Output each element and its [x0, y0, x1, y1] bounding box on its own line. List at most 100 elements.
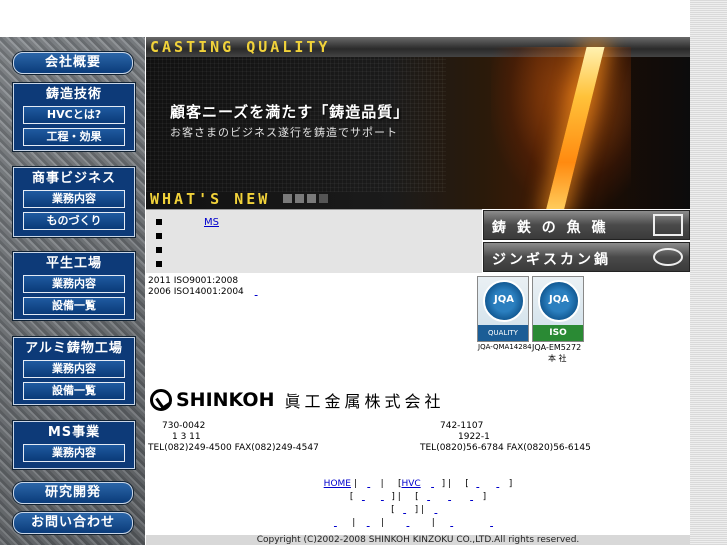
fish-reef-label: 鋳 鉄 の 魚 礁 — [492, 220, 609, 236]
box-icon — [653, 214, 683, 236]
hirao-addr: 1922-1 — [458, 432, 490, 442]
company-logo: SHINKOH 眞工金属株式会社 — [150, 388, 445, 412]
nav-hvc[interactable]: HVCとは? — [23, 106, 125, 124]
decor-square — [307, 194, 316, 203]
badge-subcaption: 本 社 — [548, 354, 567, 363]
news-item: MS — [156, 216, 230, 228]
footer-link[interactable] — [360, 478, 378, 491]
nav-group-title[interactable]: 平生工場 — [14, 253, 134, 275]
nav-aluminum-work[interactable]: 業務内容 — [23, 360, 125, 378]
cert-iso9001: 2011 ISO9001:2008 — [148, 276, 239, 286]
nav-group-title[interactable]: 鋳造技術 — [14, 84, 134, 106]
nav-group-hirao: 平生工場 業務内容 設備一覧 — [13, 252, 135, 320]
cert-link[interactable] — [255, 287, 295, 298]
office-hirao-address: 742-1107 1922-1 TEL(0820)56-6784 FAX(082… — [420, 421, 591, 454]
jqa-logo-icon: JQA — [538, 280, 580, 322]
iso14001-badge: JQA ISO 14001 — [532, 276, 584, 354]
footer-link[interactable] — [373, 491, 391, 504]
nav-contact[interactable]: お問い合わせ — [13, 512, 133, 534]
footer-link[interactable] — [419, 491, 439, 504]
nav-company[interactable]: 会社概要 — [13, 52, 133, 74]
nav-business-making[interactable]: ものづくり — [23, 212, 125, 230]
bullet-icon — [156, 219, 162, 225]
nav-research[interactable]: 研究開発 — [13, 482, 133, 504]
hirao-tel: TEL(0820)56-6784 FAX(0820)56-6145 — [420, 443, 591, 453]
news-link[interactable] — [204, 231, 256, 241]
nav-group-business: 商事ビジネス 業務内容 ものづくり — [13, 167, 135, 237]
footer-hvc-link[interactable]: HVC — [401, 479, 420, 489]
footer-link[interactable] — [427, 504, 445, 517]
footer-link[interactable] — [395, 504, 415, 517]
news-link[interactable] — [204, 245, 222, 255]
news-link[interactable] — [222, 259, 242, 269]
hq-tel: TEL(082)249-4500 FAX(082)249-4547 — [148, 443, 319, 453]
footer-row: [ ] | — [146, 504, 690, 517]
badge-strip: QUALITY SYSTEM — [478, 325, 528, 353]
badge-caption: JQA-EM5272 — [532, 343, 582, 352]
nav-hirao-equipment[interactable]: 設備一覧 — [23, 297, 125, 315]
office-hq-address: 730-0042 1 3 11 TEL(082)249-4500 FAX(082… — [148, 421, 319, 454]
footer-link[interactable] — [469, 517, 515, 530]
decor-square — [283, 194, 292, 203]
footer-link[interactable] — [487, 478, 509, 491]
footer-link[interactable] — [461, 491, 483, 504]
nav-aluminum-equipment[interactable]: 設備一覧 — [23, 382, 125, 400]
nav-ms-work[interactable]: 業務内容 — [23, 444, 125, 462]
certifications: 2011 ISO9001:2008 2006 ISO14001:2004 — [148, 276, 295, 298]
footer-row: HOME | | [HVC ] | [ ] — [323, 478, 513, 491]
news-item — [156, 244, 222, 256]
badge-strip: ISO 14001 — [533, 325, 583, 354]
bullet-icon — [156, 261, 162, 267]
banner-jingisukan-pan[interactable]: ジンギスカン鍋 — [483, 242, 690, 272]
jqa-logo-icon: JQA — [483, 280, 525, 322]
nav-process[interactable]: 工程・効果 — [23, 128, 125, 146]
logo-name: SHINKOH — [176, 389, 275, 411]
company-name-jp: 眞工金属株式会社 — [284, 392, 445, 411]
scrollbar-gutter[interactable] — [690, 0, 727, 545]
nav-group-aluminum: アルミ鋳物工場 業務内容 設備一覧 — [13, 337, 135, 405]
news-item — [156, 230, 256, 242]
casting-quality-title: CASTING QUALITY — [150, 38, 331, 56]
footer-link[interactable] — [387, 517, 429, 530]
banner-fish-reef[interactable]: 鋳 鉄 の 魚 礁 — [483, 210, 690, 240]
footer-row: | | | — [146, 517, 690, 530]
nav-group-ms: MS事業 業務内容 — [13, 421, 135, 469]
iso9001-badge: JQA QUALITY SYSTEM — [477, 276, 529, 353]
bullet-icon — [156, 247, 162, 253]
pan-icon — [653, 248, 683, 266]
nav-hirao-work[interactable]: 業務内容 — [23, 275, 125, 293]
sidebar-nav: 会社概要 鋳造技術 HVCとは? 工程・効果 商事ビジネス 業務内容 ものづくり… — [0, 37, 145, 545]
footer-link[interactable] — [439, 491, 461, 504]
cert-iso14001: 2006 ISO14001:2004 — [148, 287, 244, 297]
nav-group-title[interactable]: アルミ鋳物工場 — [14, 338, 134, 360]
shinkoh-logo-icon — [150, 389, 172, 411]
footer-home-link[interactable]: HOME — [324, 479, 351, 489]
nav-group-title[interactable]: MS事業 — [14, 422, 134, 444]
whats-new-title: WHAT'S NEW — [150, 190, 271, 208]
nav-group-tech: 鋳造技術 HVCとは? 工程・効果 — [13, 83, 135, 151]
nav-group-title[interactable]: 商事ビジネス — [14, 168, 134, 190]
news-panel: MS — [146, 209, 482, 273]
footer-link[interactable] — [438, 517, 466, 530]
hero-banner: CASTING QUALITY 顧客ニーズを満たす「鋳造品質」 お客さまのビジネ… — [146, 37, 690, 209]
banner-headline: 顧客ニーズを満たす「鋳造品質」 — [170, 103, 410, 121]
hq-zip: 730-0042 — [162, 421, 206, 431]
footer-link[interactable] — [469, 478, 487, 491]
jingisukan-label: ジンギスカン鍋 — [492, 252, 611, 268]
news-item — [156, 258, 242, 270]
footer-links: HOME | | [HVC ] | [ ] [ ] | [ ] [ ] | | … — [146, 478, 690, 530]
badge-caption: JQA-QMA14284 — [478, 343, 532, 351]
cert-iso14001-line: 2006 ISO14001:2004 — [148, 287, 295, 298]
footer-link[interactable] — [424, 478, 442, 491]
footer-link[interactable] — [353, 491, 373, 504]
news-link[interactable]: MS — [204, 217, 230, 228]
hq-addr: 1 3 11 — [172, 432, 201, 442]
nav-business-work[interactable]: 業務内容 — [23, 190, 125, 208]
footer-link[interactable] — [321, 517, 349, 530]
footer-row: [ ] | [ ] — [349, 491, 487, 504]
footer-link[interactable] — [358, 517, 378, 530]
bullet-icon — [156, 233, 162, 239]
decor-square — [295, 194, 304, 203]
copyright: Copyright (C)2002-2008 SHINKOH KINZOKU C… — [146, 535, 690, 545]
decor-square — [319, 194, 328, 203]
